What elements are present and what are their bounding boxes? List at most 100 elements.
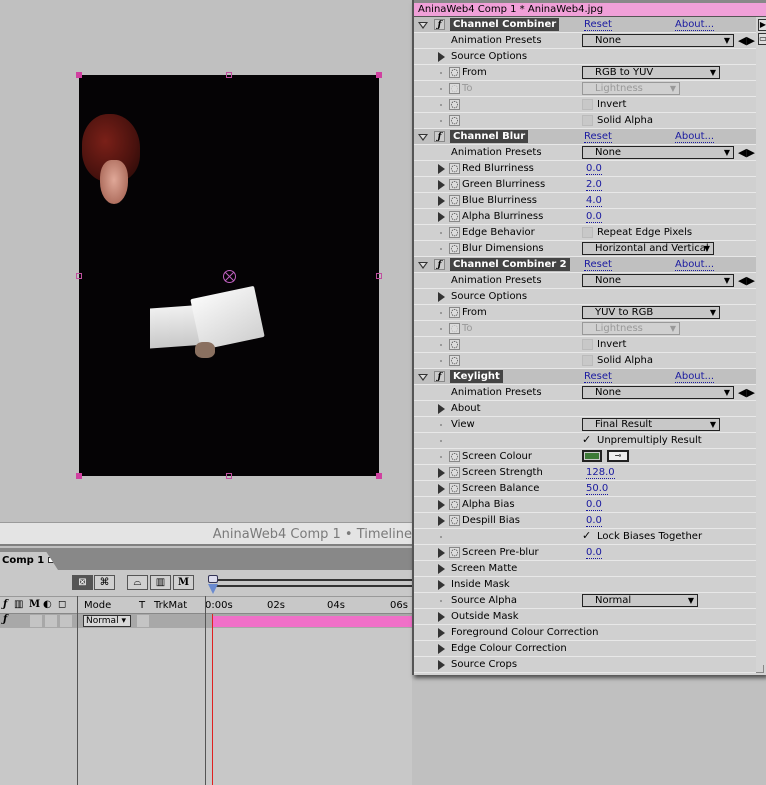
tab-close-icon[interactable]	[48, 557, 54, 563]
motion-blur-button[interactable]: M	[173, 575, 194, 590]
about-link[interactable]: About...	[675, 371, 715, 383]
effect-toggle-icon[interactable]: ƒ	[434, 19, 445, 30]
animation-presets-select[interactable]: None	[582, 34, 734, 47]
frame-blending-button[interactable]: ▥	[150, 575, 171, 590]
stopwatch-icon[interactable]: ◌	[449, 243, 460, 254]
layer-handle-mid-right[interactable]	[376, 273, 382, 279]
layer-duration-bar[interactable]	[212, 616, 412, 627]
stopwatch-icon[interactable]: ◌	[449, 451, 460, 462]
param-value[interactable]: 0.0	[586, 163, 602, 175]
twirl-right-icon[interactable]	[438, 548, 445, 558]
effect-name[interactable]: Keylight	[450, 370, 503, 383]
layer-switch[interactable]	[45, 615, 57, 627]
animation-presets-select[interactable]: None	[582, 386, 734, 399]
tab-comp-1[interactable]: Comp 1	[0, 552, 58, 570]
stopwatch-icon[interactable]: ◌	[449, 195, 460, 206]
param-value[interactable]: 0.0	[586, 515, 602, 527]
eyedropper-icon[interactable]: ⊸	[607, 450, 629, 462]
stopwatch-icon[interactable]: ◌	[449, 163, 460, 174]
stopwatch-icon[interactable]: ◌	[449, 67, 460, 78]
stopwatch-icon[interactable]: ◌	[449, 179, 460, 190]
timeline-title-bar[interactable]: AninaWeb4 Comp 1 • Timeline	[0, 522, 412, 546]
layer-handle-bottom-left[interactable]	[76, 473, 82, 479]
param-select[interactable]: RGB to YUV	[582, 66, 720, 79]
param-checkbox[interactable]	[582, 355, 593, 366]
param-value[interactable]: 0.0	[586, 211, 602, 223]
twirl-right-icon[interactable]	[438, 612, 445, 622]
effect-name[interactable]: Channel Combiner	[450, 18, 560, 31]
about-link[interactable]: About...	[675, 259, 715, 271]
twirl-down-icon[interactable]	[418, 22, 428, 29]
animation-presets-select[interactable]: None	[582, 146, 734, 159]
resize-grip-icon[interactable]	[756, 665, 764, 673]
stopwatch-icon[interactable]: ◌	[449, 467, 460, 478]
twirl-down-icon[interactable]	[418, 134, 428, 141]
shy-layers-button[interactable]: ⌓	[127, 575, 148, 590]
twirl-right-icon[interactable]	[438, 164, 445, 174]
param-select[interactable]: YUV to RGB	[582, 306, 720, 319]
about-link[interactable]: About...	[675, 131, 715, 143]
effect-toggle-icon[interactable]: ƒ	[434, 371, 445, 382]
twirl-right-icon[interactable]	[438, 484, 445, 494]
layer-handle-top-center[interactable]	[226, 72, 232, 78]
twirl-right-icon[interactable]	[438, 196, 445, 206]
work-area-bar[interactable]	[213, 576, 413, 592]
reset-link[interactable]: Reset	[584, 131, 612, 143]
draft-3d-button[interactable]: ⌘	[94, 575, 115, 590]
param-checkbox[interactable]: ✓	[582, 530, 593, 542]
effect-name[interactable]: Channel Blur	[450, 130, 529, 143]
twirl-right-icon[interactable]	[438, 644, 445, 654]
param-select[interactable]: Horizontal and Vertical	[582, 242, 714, 255]
preset-prev-next-icon[interactable]: ◀▶	[738, 146, 755, 159]
layer-handle-top-left[interactable]	[76, 72, 82, 78]
layer-switch[interactable]	[30, 615, 42, 627]
reset-link[interactable]: Reset	[584, 19, 612, 31]
preset-prev-next-icon[interactable]: ◀▶	[738, 274, 755, 287]
twirl-right-icon[interactable]	[438, 180, 445, 190]
stopwatch-icon[interactable]: ◌	[449, 99, 460, 110]
panel-menu-arrow-icon[interactable]: ▶	[758, 19, 766, 31]
layer-mode-select[interactable]: Normal ▾	[83, 615, 131, 627]
stopwatch-icon[interactable]: ◌	[449, 355, 460, 366]
anchor-point-icon[interactable]	[223, 270, 236, 283]
animation-presets-select[interactable]: None	[582, 274, 734, 287]
param-select[interactable]: Normal	[582, 594, 698, 607]
twirl-right-icon[interactable]	[438, 660, 445, 670]
param-value[interactable]: 0.0	[586, 499, 602, 511]
twirl-right-icon[interactable]	[438, 628, 445, 638]
param-checkbox[interactable]: ✓	[582, 434, 593, 446]
twirl-right-icon[interactable]	[438, 52, 445, 62]
twirl-right-icon[interactable]	[438, 468, 445, 478]
layer-handle-mid-left[interactable]	[76, 273, 82, 279]
stopwatch-icon[interactable]: ◌	[449, 307, 460, 318]
stopwatch-icon[interactable]: ◌	[449, 211, 460, 222]
preset-prev-next-icon[interactable]: ◀▶	[738, 34, 755, 47]
layer-fx-icon[interactable]: ƒ	[3, 614, 7, 625]
twirl-right-icon[interactable]	[438, 404, 445, 414]
twirl-right-icon[interactable]	[438, 580, 445, 590]
color-swatch[interactable]	[582, 450, 602, 462]
layer-handle-bottom-center[interactable]	[226, 473, 232, 479]
param-value[interactable]: 128.0	[586, 467, 615, 479]
param-checkbox[interactable]	[582, 99, 593, 110]
current-time-indicator[interactable]	[208, 575, 218, 597]
stopwatch-icon[interactable]: ◌	[449, 547, 460, 558]
twirl-right-icon[interactable]	[438, 292, 445, 302]
twirl-right-icon[interactable]	[438, 500, 445, 510]
param-checkbox[interactable]	[582, 339, 593, 350]
stopwatch-icon[interactable]: ◌	[449, 227, 460, 238]
layer-t-switch[interactable]	[137, 615, 149, 627]
stopwatch-icon[interactable]: ◌	[449, 83, 460, 94]
layer-handle-top-right[interactable]	[376, 72, 382, 78]
about-link[interactable]: About...	[675, 19, 715, 31]
param-select[interactable]: Final Result	[582, 418, 720, 431]
layer-handle-bottom-right[interactable]	[376, 473, 382, 479]
preset-prev-next-icon[interactable]: ◀▶	[738, 386, 755, 399]
stopwatch-icon[interactable]: ◌	[449, 115, 460, 126]
stopwatch-icon[interactable]: ◌	[449, 339, 460, 350]
stopwatch-icon[interactable]: ◌	[449, 515, 460, 526]
param-value[interactable]: 4.0	[586, 195, 602, 207]
twirl-down-icon[interactable]	[418, 262, 428, 269]
stopwatch-icon[interactable]: ◌	[449, 483, 460, 494]
stopwatch-icon[interactable]: ◌	[449, 323, 460, 334]
